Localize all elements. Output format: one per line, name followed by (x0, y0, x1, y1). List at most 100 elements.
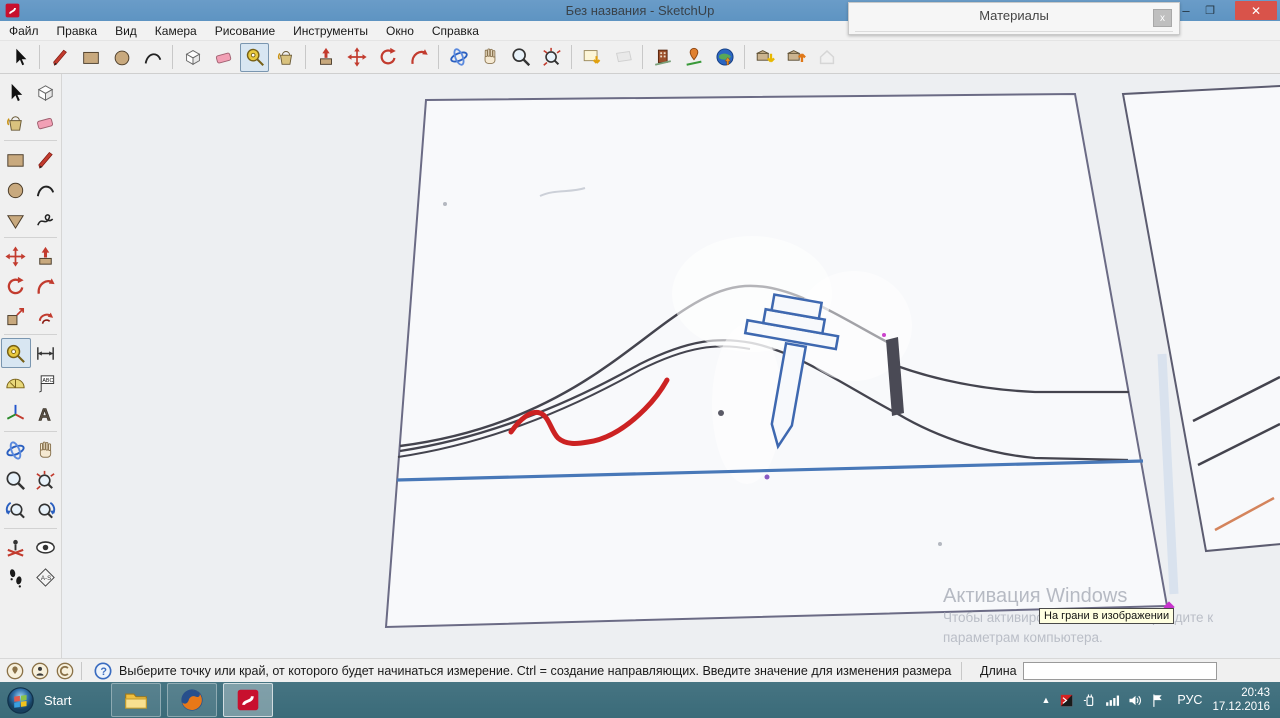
palette-button-look-around[interactable] (31, 532, 61, 562)
palette-button-next[interactable] (31, 495, 61, 525)
statusbar-icon-geolocation[interactable] (5, 661, 25, 681)
toolbar-button-circle[interactable] (107, 43, 136, 72)
toolbar-button-rotate[interactable] (373, 43, 402, 72)
palette-button-rectangle[interactable] (1, 144, 31, 174)
toolbar-button-follow-me[interactable] (404, 43, 433, 72)
toolbar-button-line[interactable] (45, 43, 74, 72)
palette-button-line[interactable] (31, 144, 61, 174)
palette-button-zoom[interactable] (1, 465, 31, 495)
palette-button-zoom-extents[interactable] (31, 465, 61, 495)
palette-button-dimensions[interactable] (31, 338, 61, 368)
palette-button-scale[interactable] (1, 301, 31, 331)
toolbar-button-tape-measure[interactable] (240, 43, 269, 72)
palette-button-circle[interactable] (1, 174, 31, 204)
toolbar-button-eraser[interactable] (209, 43, 238, 72)
toolbar-button-push-pull[interactable] (311, 43, 340, 72)
toolbar-button-orbit[interactable] (444, 43, 473, 72)
toolbar-button-component-house[interactable] (812, 43, 841, 72)
restore-button[interactable]: ❐ (1198, 0, 1222, 21)
measurement-input[interactable] (1023, 662, 1217, 680)
palette-button-offset[interactable] (31, 301, 61, 331)
toolbar-button-add-location[interactable] (577, 43, 606, 72)
palette-button-position-camera[interactable] (1, 532, 31, 562)
palette-button-pan[interactable] (31, 435, 61, 465)
taskbar-app-file-explorer[interactable] (111, 683, 161, 717)
toolbar-button-pan[interactable] (475, 43, 504, 72)
tray-icon-network[interactable] (1104, 692, 1121, 709)
palette-button-follow-me[interactable] (31, 271, 61, 301)
palette-button-3d-text[interactable]: A (31, 398, 61, 428)
statusbar-icon-credits[interactable] (55, 661, 75, 681)
tray-icon-action-center[interactable] (1150, 692, 1167, 709)
clock[interactable]: 20:43 17.12.2016 (1212, 686, 1270, 714)
toolbar-button-zoom[interactable] (506, 43, 535, 72)
toolbar-button-move[interactable] (342, 43, 371, 72)
palette-button-orbit[interactable] (1, 435, 31, 465)
select-icon (4, 81, 27, 104)
taskbar-app-sketchup[interactable] (223, 683, 273, 717)
toolbar-button-get-models[interactable] (750, 43, 779, 72)
palette-button-make-component[interactable] (31, 77, 61, 107)
language-indicator[interactable]: РУС (1177, 693, 1202, 707)
tray-icon-volume[interactable] (1127, 692, 1144, 709)
palette-button-push-pull[interactable] (31, 241, 61, 271)
protractor-icon (4, 372, 27, 395)
tray-icon-power[interactable] (1081, 692, 1098, 709)
help-icon[interactable]: ? (93, 661, 113, 681)
palette-button-axes[interactable] (1, 398, 31, 428)
preview-model-icon (683, 46, 705, 68)
start-button[interactable]: Start (6, 686, 71, 715)
palette-button-polygon[interactable] (1, 204, 31, 234)
taskbar: Start ▲ РУС 20:43 17.12.2016 (0, 682, 1280, 718)
zoom-icon (4, 469, 27, 492)
menu-item-camera[interactable]: Камера (146, 21, 206, 40)
palette-button-walk[interactable] (1, 562, 31, 592)
palette-button-text[interactable]: ABC (31, 368, 61, 398)
close-button[interactable]: ✕ (1235, 1, 1277, 20)
tray-icon-kaspersky[interactable] (1058, 692, 1075, 709)
menu-item-window[interactable]: Окно (377, 21, 423, 40)
eraser-icon (213, 46, 235, 68)
drawing-canvas[interactable]: Активация Windows Чтобы активировать Win… (62, 74, 1280, 658)
toolbar-button-arc[interactable] (138, 43, 167, 72)
toolbar-button-make-component[interactable] (178, 43, 207, 72)
paper-image-2 (1123, 86, 1280, 551)
palette-button-tape-measure[interactable] (1, 338, 31, 368)
palette-button-paint-bucket[interactable] (1, 107, 31, 137)
palette-button-select[interactable] (1, 77, 31, 107)
materials-separator (855, 31, 1173, 32)
position-camera-icon (4, 536, 27, 559)
toolbar-separator (39, 45, 40, 69)
palette-button-section-plane[interactable]: A-S (31, 562, 61, 592)
toolbar-button-paint-bucket[interactable] (271, 43, 300, 72)
toolbar-button-rectangle[interactable] (76, 43, 105, 72)
taskbar-app-firefox[interactable] (167, 683, 217, 717)
scan-blob (718, 410, 724, 416)
palette-button-protractor[interactable] (1, 368, 31, 398)
palette-button-eraser[interactable] (31, 107, 61, 137)
materials-panel-title: Материалы (849, 8, 1179, 23)
palette-button-move[interactable] (1, 241, 31, 271)
toolbar-button-google-earth[interactable] (710, 43, 739, 72)
toolbar-button-share-models[interactable] (781, 43, 810, 72)
menu-item-tools[interactable]: Инструменты (284, 21, 377, 40)
palette-button-freehand[interactable] (31, 204, 61, 234)
materials-close-button[interactable]: x (1153, 9, 1172, 27)
menu-item-help[interactable]: Справка (423, 21, 488, 40)
palette-separator (4, 334, 57, 335)
toolbar-button-preview-model[interactable] (679, 43, 708, 72)
menu-item-edit[interactable]: Правка (48, 21, 107, 40)
palette-button-rotate[interactable] (1, 271, 31, 301)
palette-button-arc[interactable] (31, 174, 61, 204)
palette-button-previous[interactable] (1, 495, 31, 525)
toolbar-button-toggle-terrain[interactable] (608, 43, 637, 72)
toolbar-button-zoom-extents[interactable] (537, 43, 566, 72)
menu-item-view[interactable]: Вид (106, 21, 146, 40)
toolbar-button-photo-textures[interactable] (648, 43, 677, 72)
menu-item-draw[interactable]: Рисование (206, 21, 284, 40)
statusbar-icon-claim-credit[interactable] (30, 661, 50, 681)
tray-expand-icon[interactable]: ▲ (1041, 695, 1050, 705)
tool-palette: ABCA A-S (0, 74, 62, 658)
menu-item-file[interactable]: Файл (0, 21, 48, 40)
toolbar-button-select[interactable] (5, 43, 34, 72)
